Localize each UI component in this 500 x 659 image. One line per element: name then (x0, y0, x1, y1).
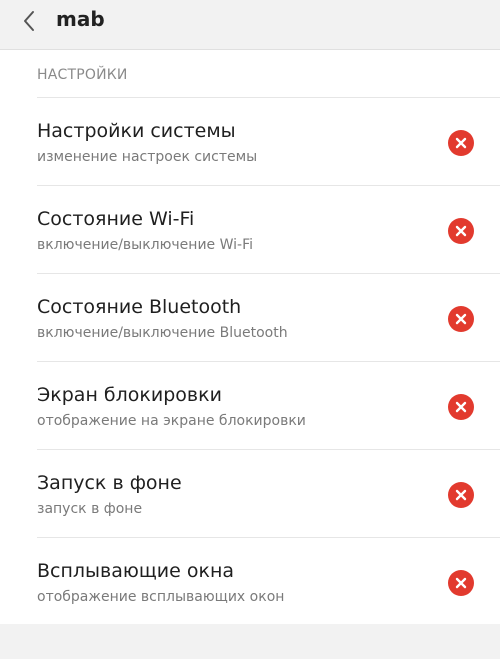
chevron-left-icon (24, 11, 34, 31)
permission-subtitle: отображение на экране блокировки (37, 413, 306, 429)
permission-subtitle: запуск в фоне (37, 501, 143, 517)
permissions-panel: НАСТРОЙКИ Настройки системы изменение на… (0, 50, 500, 624)
permission-title: Запуск в фоне (37, 472, 182, 494)
page-title: mab (56, 7, 105, 31)
deny-x-icon[interactable] (448, 130, 474, 156)
back-button[interactable] (14, 6, 44, 36)
permission-title: Состояние Bluetooth (37, 296, 242, 318)
section-header: НАСТРОЙКИ (37, 50, 500, 98)
permission-title: Всплывающие окна (37, 560, 235, 582)
deny-x-icon[interactable] (448, 218, 474, 244)
permission-row-background-start[interactable]: Запуск в фоне запуск в фоне (37, 450, 500, 538)
top-bar: mab (0, 0, 500, 50)
deny-x-icon[interactable] (448, 394, 474, 420)
permission-title: Экран блокировки (37, 384, 222, 406)
permission-row-popup-windows[interactable]: Всплывающие окна отображение всплывающих… (37, 538, 500, 626)
permission-subtitle: изменение настроек системы (37, 149, 258, 165)
permission-subtitle: отображение всплывающих окон (37, 589, 285, 605)
permission-title: Состояние Wi-Fi (37, 208, 195, 230)
permission-list: Настройки системы изменение настроек сис… (0, 98, 500, 626)
permission-subtitle: включение/выключение Wi-Fi (37, 237, 254, 253)
permission-row-system-settings[interactable]: Настройки системы изменение настроек сис… (37, 98, 500, 186)
permission-title: Настройки системы (37, 120, 236, 142)
permission-row-bluetooth-state[interactable]: Состояние Bluetooth включение/выключение… (37, 274, 500, 362)
deny-x-icon[interactable] (448, 570, 474, 596)
permission-row-lock-screen[interactable]: Экран блокировки отображение на экране б… (37, 362, 500, 450)
deny-x-icon[interactable] (448, 306, 474, 332)
permission-subtitle: включение/выключение Bluetooth (37, 325, 288, 341)
deny-x-icon[interactable] (448, 482, 474, 508)
permission-row-wifi-state[interactable]: Состояние Wi-Fi включение/выключение Wi-… (37, 186, 500, 274)
